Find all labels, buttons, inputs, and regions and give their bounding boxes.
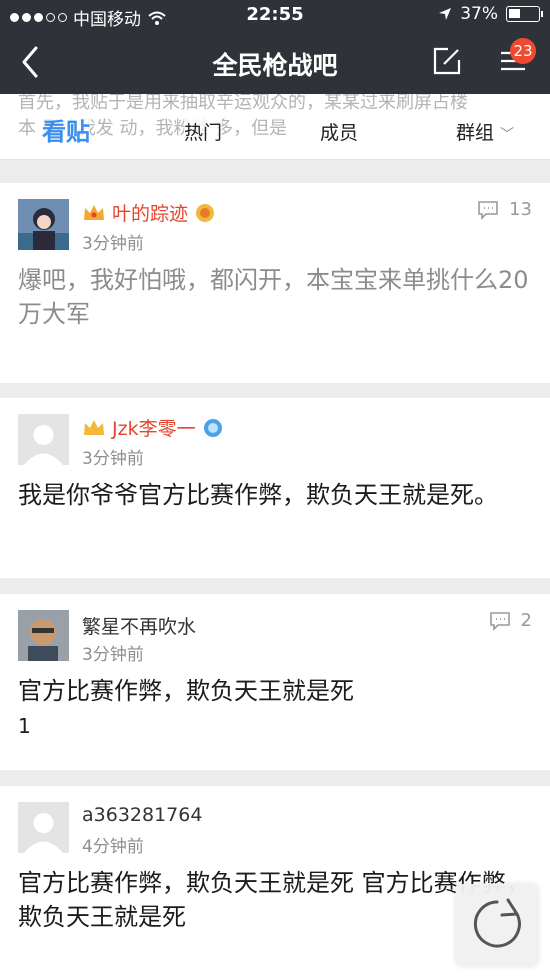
app-screen: 中国移动 22:55 37% 全民枪战吧 23 首先，我贴于是用来抽取辛运观众的… xyxy=(0,0,550,978)
avatar[interactable] xyxy=(18,610,69,661)
post-time: 4分钟前 xyxy=(82,837,144,857)
post-card[interactable]: 叶的踪迹 3分钟前 13 爆吧，我好怕哦，都闪开，本宝宝来单挑什么20万大军 xyxy=(0,183,550,383)
post-content[interactable]: 爆吧，我好怕哦，都闪开，本宝宝来单挑什么20万大军 xyxy=(18,263,538,331)
post-card[interactable]: Jzk李零一 3分钟前 我是你爷爷官方比赛作弊，欺负天王就是死。 xyxy=(0,398,550,578)
default-avatar-icon xyxy=(18,802,69,853)
avatar[interactable] xyxy=(18,199,69,250)
avatar[interactable] xyxy=(18,802,69,853)
scrolled-post-text: 首先，我贴于是用来抽取辛运观众的，某某过来刷屏占楼 xyxy=(18,94,468,113)
comment-count[interactable]: 13 xyxy=(477,199,532,220)
author-name[interactable]: a363281764 xyxy=(82,804,202,826)
post-card[interactable]: 繁星不再吹水 3分钟前 2 官方比赛作弊，欺负天王就是死 1 xyxy=(0,594,550,770)
tab-groups-label: 群组 xyxy=(456,122,495,144)
post-time: 3分钟前 xyxy=(82,449,144,469)
comment-count[interactable]: 2 xyxy=(489,610,532,631)
level-badge-icon xyxy=(196,203,215,222)
top-bar: 中国移动 22:55 37% 全民枪战吧 23 xyxy=(0,0,550,94)
status-bar: 中国移动 22:55 37% xyxy=(0,0,550,30)
post-time: 3分钟前 xyxy=(82,234,144,254)
post-subline: 1 xyxy=(18,714,31,738)
tab-strip: 首先，我贴于是用来抽取辛运观众的，某某过来刷屏占楼 本 影响我发 动，我粉丝 多… xyxy=(0,94,550,160)
author-name[interactable]: 繁星不再吹水 xyxy=(82,612,196,639)
avatar-image xyxy=(18,199,69,250)
level-badge-icon xyxy=(203,418,222,437)
post-time: 3分钟前 xyxy=(82,645,144,665)
crown-icon xyxy=(84,204,104,220)
post-content[interactable]: 官方比赛作弊，欺负天王就是死 xyxy=(18,674,538,708)
tab-members[interactable]: 成员 xyxy=(320,118,359,145)
refresh-button[interactable] xyxy=(456,884,538,966)
refresh-icon xyxy=(473,898,521,948)
battery-percent: 37% xyxy=(460,4,498,24)
author-name[interactable]: Jzk李零一 xyxy=(82,414,224,441)
post-content[interactable]: 我是你爷爷官方比赛作弊，欺负天王就是死。 xyxy=(18,478,538,512)
tab-groups[interactable]: 群组 ﹀ xyxy=(456,118,515,145)
notification-badge: 23 xyxy=(510,38,536,64)
page-title: 全民枪战吧 xyxy=(212,51,338,80)
tab-hot[interactable]: 热门 xyxy=(184,118,223,145)
avatar[interactable] xyxy=(18,414,69,465)
avatar-image xyxy=(18,610,69,661)
battery-icon xyxy=(506,6,543,22)
nav-bar: 全民枪战吧 23 xyxy=(0,30,550,94)
comment-icon xyxy=(489,611,510,631)
default-avatar-icon xyxy=(18,414,69,465)
comment-icon xyxy=(478,200,498,220)
chevron-down-icon: ﹀ xyxy=(500,127,515,143)
crown-icon xyxy=(84,419,104,435)
author-name[interactable]: 叶的踪迹 xyxy=(82,199,216,226)
location-arrow-icon xyxy=(439,8,452,20)
compose-post-icon[interactable] xyxy=(432,46,462,76)
tab-posts[interactable]: 看贴 xyxy=(42,112,90,147)
